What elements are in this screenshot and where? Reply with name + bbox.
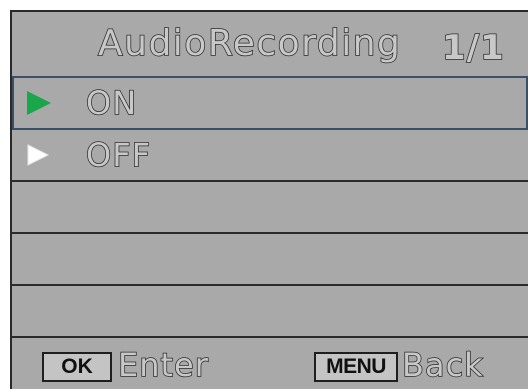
option-label: OFF [85, 135, 151, 175]
enter-label: Enter [117, 345, 209, 385]
audio-recording-screen: AudioRecording 1/1 ON OFF OK Enter MENU … [10, 10, 528, 389]
option-list: ON OFF [12, 76, 528, 338]
option-off[interactable]: OFF [12, 130, 528, 182]
page-indicator: 1/1 [441, 27, 505, 69]
play-arrow-icon [27, 91, 51, 115]
ok-key-button[interactable]: OK [42, 352, 112, 382]
menu-key-button[interactable]: MENU [314, 352, 398, 382]
play-arrow-icon [27, 144, 50, 166]
footer-bar: OK Enter MENU Back [12, 336, 528, 391]
empty-row [12, 286, 528, 338]
option-on[interactable]: ON [12, 76, 528, 130]
menu-header: AudioRecording 1/1 [12, 12, 528, 76]
page-title: AudioRecording [97, 22, 402, 65]
back-label: Back [401, 345, 484, 385]
empty-row [12, 234, 528, 286]
empty-row [12, 182, 528, 234]
option-label: ON [85, 83, 138, 123]
